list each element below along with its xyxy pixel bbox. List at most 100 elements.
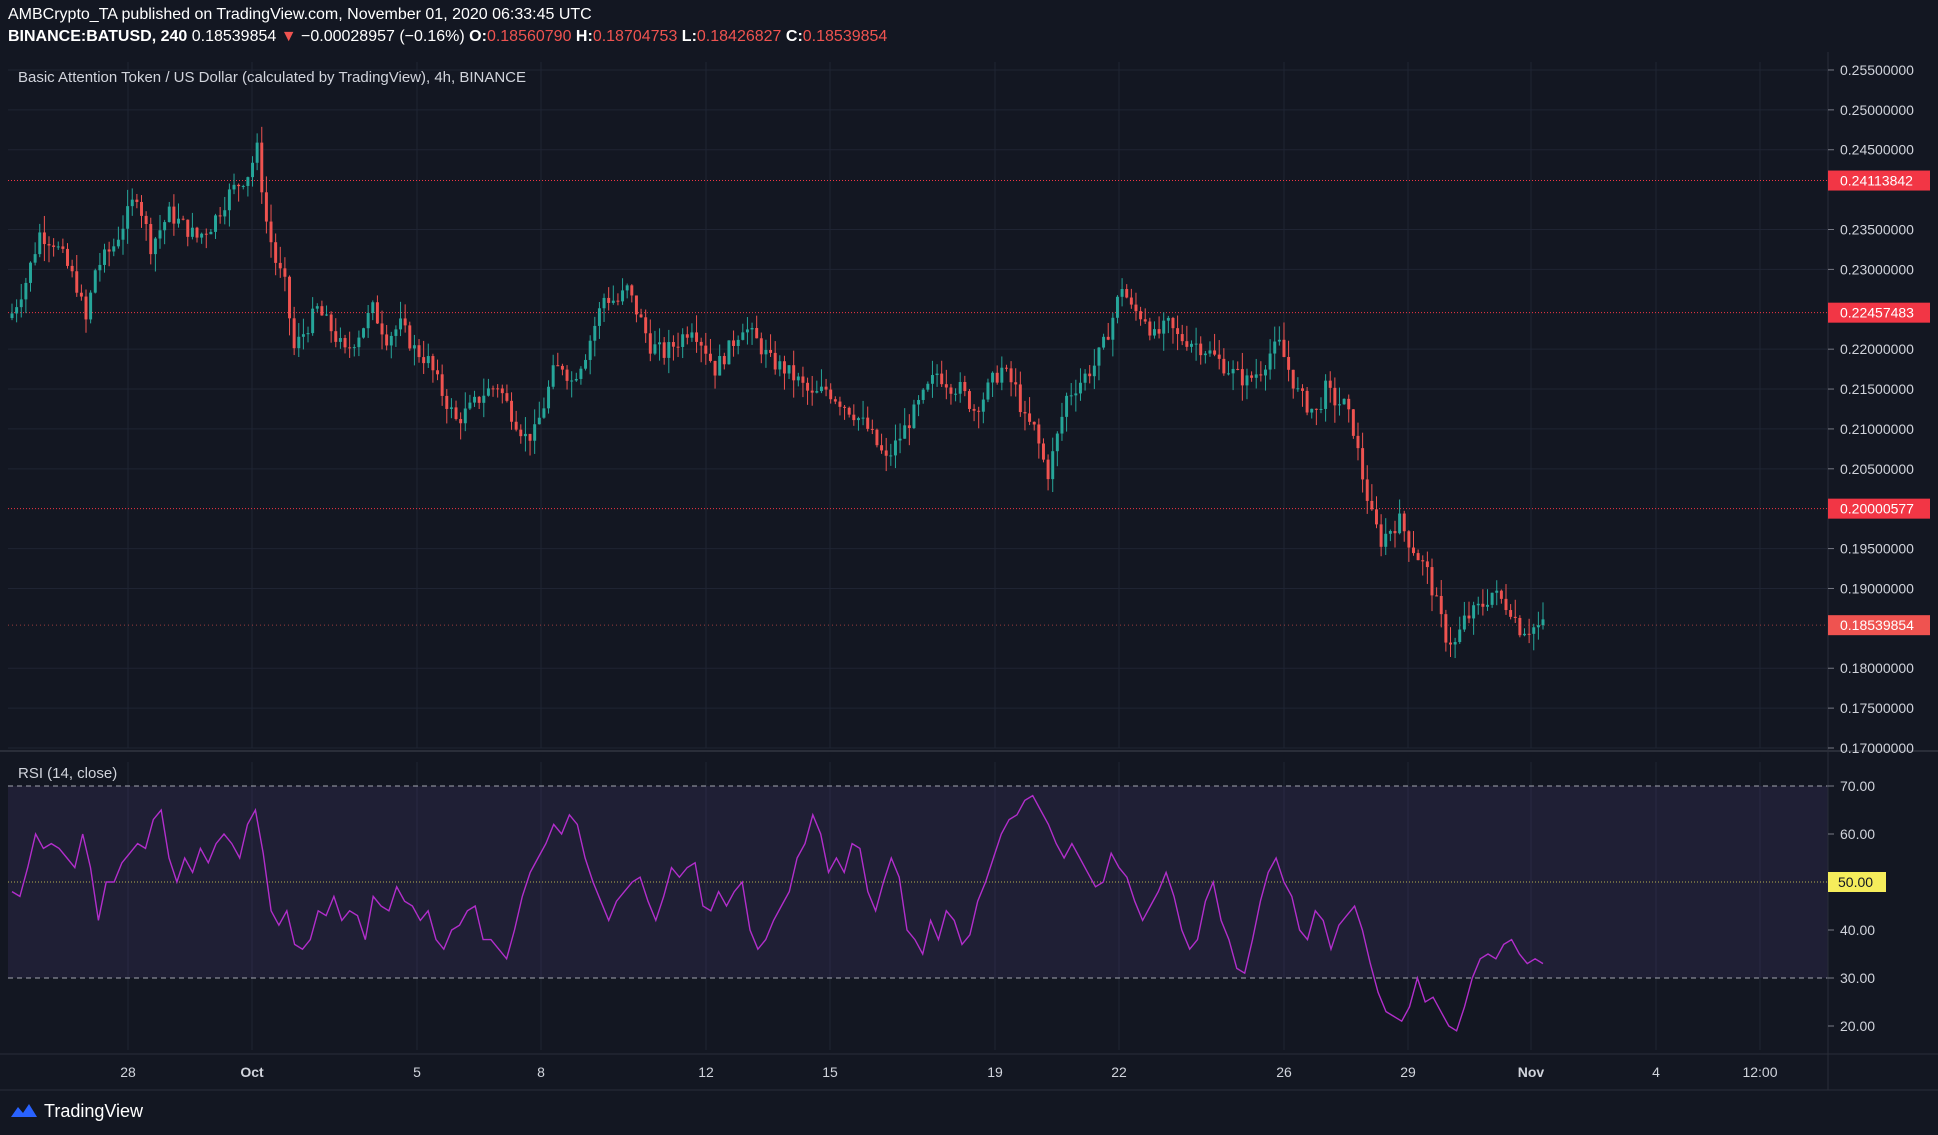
candle-body: [1412, 547, 1415, 554]
candle-body: [112, 246, 116, 252]
candle-body: [288, 276, 292, 319]
candle-body: [399, 318, 403, 330]
candle-body: [685, 334, 689, 338]
candle-body: [519, 429, 523, 437]
candle-body: [773, 352, 777, 370]
candle-body: [1226, 373, 1230, 375]
candle-body: [186, 219, 190, 237]
candle-body: [1351, 409, 1355, 436]
candle-body: [1102, 336, 1106, 348]
price-tick-label: 0.25000000: [1840, 102, 1914, 118]
time-tick-label: 12: [698, 1064, 714, 1080]
tradingview-logo[interactable]: TradingView: [10, 1098, 143, 1124]
candle-body: [1208, 350, 1212, 354]
candle-body: [227, 189, 231, 211]
candle-body: [838, 401, 842, 407]
candle-body: [1060, 416, 1064, 434]
candle-body: [644, 317, 648, 334]
candle-body: [126, 206, 130, 229]
candle-body: [621, 290, 625, 302]
candle-body: [866, 417, 870, 429]
candle-body: [1028, 413, 1032, 422]
time-tick-label: Nov: [1518, 1064, 1545, 1080]
candle-body: [769, 349, 773, 353]
candle-body: [1092, 365, 1096, 377]
candle-body: [926, 383, 930, 390]
candle-body: [727, 340, 731, 365]
candle-body: [1199, 343, 1203, 356]
candle-body: [1259, 374, 1263, 376]
candle-body: [33, 254, 37, 263]
candle-body: [907, 425, 911, 429]
candle-body: [417, 345, 421, 358]
candle-body: [1014, 382, 1018, 385]
candle-body: [1495, 590, 1499, 593]
candle-body: [468, 402, 472, 409]
candle-body: [116, 239, 120, 247]
candle-body: [796, 376, 800, 381]
candle-body: [1486, 604, 1489, 607]
candle-body: [514, 421, 518, 430]
candle-body: [1189, 343, 1193, 347]
candle-body: [1430, 567, 1434, 596]
candle-body: [523, 433, 527, 437]
candle-body: [190, 227, 194, 237]
candle-body: [893, 440, 897, 456]
candle-body: [1398, 513, 1402, 534]
candle-body: [1185, 341, 1189, 347]
candle-body: [75, 271, 79, 293]
candle-body: [218, 215, 222, 217]
candle-body: [958, 382, 962, 394]
candle-body: [1106, 336, 1110, 340]
candle-body: [1444, 614, 1448, 643]
candle-body: [1097, 347, 1101, 366]
candle-body: [949, 387, 953, 394]
rsi-tick-label: 60.00: [1840, 826, 1875, 842]
candle-body: [1384, 533, 1388, 547]
candle-body: [1523, 633, 1526, 636]
time-tick-label: 12:00: [1742, 1064, 1777, 1080]
candle-body: [995, 372, 999, 383]
candle-body: [334, 331, 338, 342]
chart-canvas[interactable]: 0.25500000 0.25000000 0.24500000 0.23500000…: [0, 0, 1938, 1135]
candle-body: [1037, 424, 1041, 444]
candle-body: [630, 285, 634, 296]
candle-body: [1481, 603, 1485, 607]
candle-body: [792, 365, 796, 381]
candle-body: [884, 450, 888, 456]
price-tick-label: 0.19500000: [1840, 541, 1914, 557]
candle-body: [431, 356, 435, 371]
candle-body: [283, 268, 287, 277]
candle-body: [389, 335, 393, 346]
price-tick-label: 0.19000000: [1840, 580, 1914, 596]
candle-body: [352, 347, 356, 349]
candle-body: [79, 292, 83, 297]
candle-body: [1375, 509, 1378, 525]
candle-body: [602, 297, 606, 309]
price-tick-label: 0.17500000: [1840, 700, 1914, 716]
time-tick-label: 26: [1276, 1064, 1292, 1080]
candle-body: [61, 246, 65, 249]
candle-body: [1490, 592, 1494, 605]
candle-body: [810, 390, 814, 393]
candle-body: [1120, 289, 1124, 297]
candle-body: [815, 391, 819, 393]
candlestick-series: [10, 126, 1545, 659]
candle-body: [940, 373, 944, 385]
candle-body: [967, 391, 971, 409]
candle-body: [1166, 317, 1170, 321]
candle-body: [653, 344, 657, 354]
candle-body: [38, 232, 42, 255]
candle-body: [1458, 629, 1462, 643]
candle-body: [1314, 408, 1318, 410]
candle-body: [1231, 368, 1235, 374]
candle-body: [593, 325, 597, 341]
candle-body: [311, 308, 315, 334]
candle-body: [135, 199, 139, 202]
candle-body: [260, 142, 264, 193]
candle-body: [1388, 531, 1392, 534]
time-tick-label: Oct: [240, 1064, 264, 1080]
candle-body: [1032, 421, 1036, 425]
candle-body: [1180, 334, 1184, 342]
candle-body: [463, 408, 467, 424]
